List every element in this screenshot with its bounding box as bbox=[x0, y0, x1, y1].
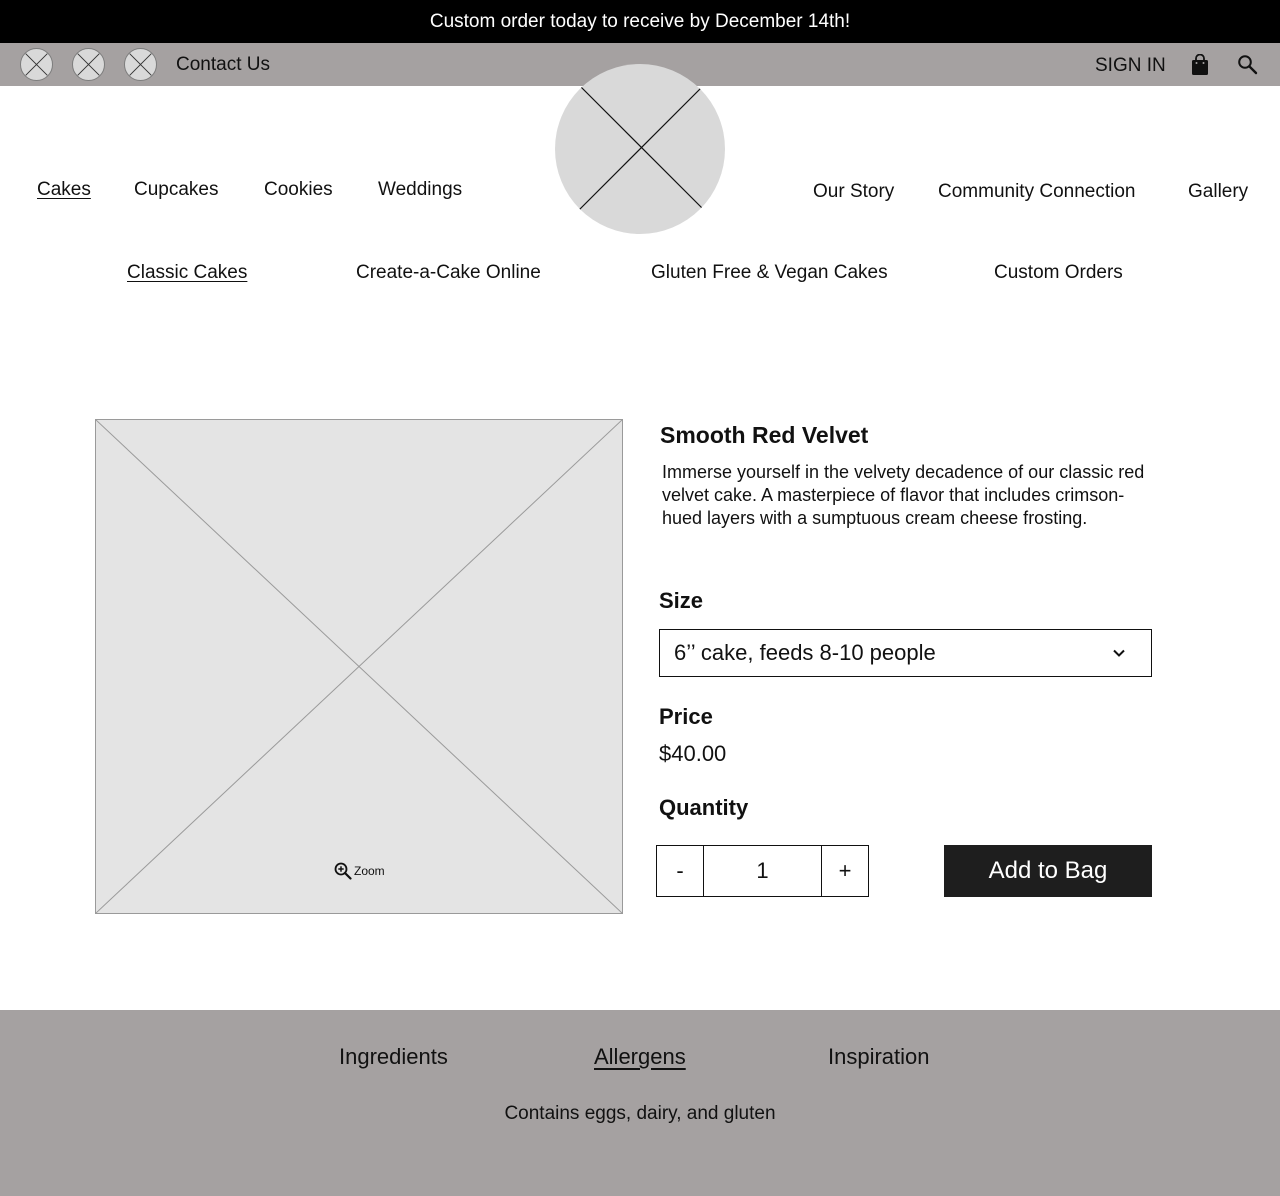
placeholder-icon bbox=[77, 53, 100, 76]
nav-cakes[interactable]: Cakes bbox=[37, 179, 91, 201]
tab-content-text: Contains eggs, dairy, and gluten bbox=[504, 1103, 776, 1124]
size-select[interactable]: 6’’ cake, feeds 8-10 people bbox=[659, 629, 1152, 677]
search-icon[interactable] bbox=[1237, 54, 1258, 75]
price-label: Price bbox=[659, 704, 713, 729]
social-icon-3[interactable] bbox=[124, 48, 157, 81]
tab-inspiration[interactable]: Inspiration bbox=[828, 1043, 930, 1071]
tab-ingredients[interactable]: Ingredients bbox=[339, 1043, 448, 1071]
product-price: $40.00 bbox=[659, 741, 727, 766]
subnav-classic-cakes[interactable]: Classic Cakes bbox=[127, 262, 247, 284]
social-icon-2[interactable] bbox=[72, 48, 105, 81]
quantity-input[interactable] bbox=[704, 846, 821, 896]
tab-allergens[interactable]: Allergens bbox=[594, 1043, 686, 1071]
nav-cupcakes[interactable]: Cupcakes bbox=[134, 179, 219, 201]
product-description: Immerse yourself in the velvety decadenc… bbox=[662, 462, 1145, 528]
quantity-decrease-button[interactable]: - bbox=[657, 846, 704, 896]
contact-us-link[interactable]: Contact Us bbox=[176, 43, 270, 86]
product-title: Smooth Red Velvet bbox=[660, 422, 869, 448]
nav-weddings[interactable]: Weddings bbox=[378, 179, 462, 201]
nav-community-connection[interactable]: Community Connection bbox=[938, 181, 1135, 203]
zoom-in-icon bbox=[334, 862, 352, 880]
product-info-tabs: Ingredients Allergens Inspiration Contai… bbox=[0, 1010, 1280, 1196]
nav-our-story[interactable]: Our Story bbox=[813, 181, 894, 203]
zoom-button[interactable]: Zoom bbox=[334, 862, 385, 880]
placeholder-icon bbox=[25, 53, 48, 76]
subnav-custom-orders[interactable]: Custom Orders bbox=[994, 262, 1123, 284]
size-selected-value: 6’’ cake, feeds 8-10 people bbox=[674, 640, 936, 665]
placeholder-icon bbox=[129, 53, 152, 76]
shopping-bag-icon[interactable] bbox=[1190, 54, 1210, 76]
add-to-bag-button[interactable]: Add to Bag bbox=[944, 845, 1152, 897]
nav-gallery[interactable]: Gallery bbox=[1188, 181, 1248, 203]
subnav-create-a-cake[interactable]: Create-a-Cake Online bbox=[356, 262, 541, 284]
chevron-down-icon bbox=[1113, 649, 1125, 657]
announcement-bar: Custom order today to receive by Decembe… bbox=[0, 0, 1280, 43]
quantity-increase-button[interactable]: + bbox=[821, 846, 868, 896]
subnav-gluten-free-vegan[interactable]: Gluten Free & Vegan Cakes bbox=[651, 262, 888, 284]
size-label: Size bbox=[659, 588, 704, 613]
sign-in-link[interactable]: SIGN IN bbox=[1095, 43, 1166, 88]
zoom-label: Zoom bbox=[354, 864, 385, 878]
nav-cookies[interactable]: Cookies bbox=[264, 179, 333, 201]
quantity-stepper: - + bbox=[656, 845, 869, 897]
social-icon-1[interactable] bbox=[20, 48, 53, 81]
quantity-label: Quantity bbox=[659, 795, 749, 820]
product-image-placeholder: Zoom bbox=[95, 419, 623, 914]
image-placeholder-icon bbox=[96, 420, 622, 913]
logo-placeholder-icon bbox=[578, 85, 704, 211]
logo-placeholder[interactable] bbox=[555, 64, 725, 234]
